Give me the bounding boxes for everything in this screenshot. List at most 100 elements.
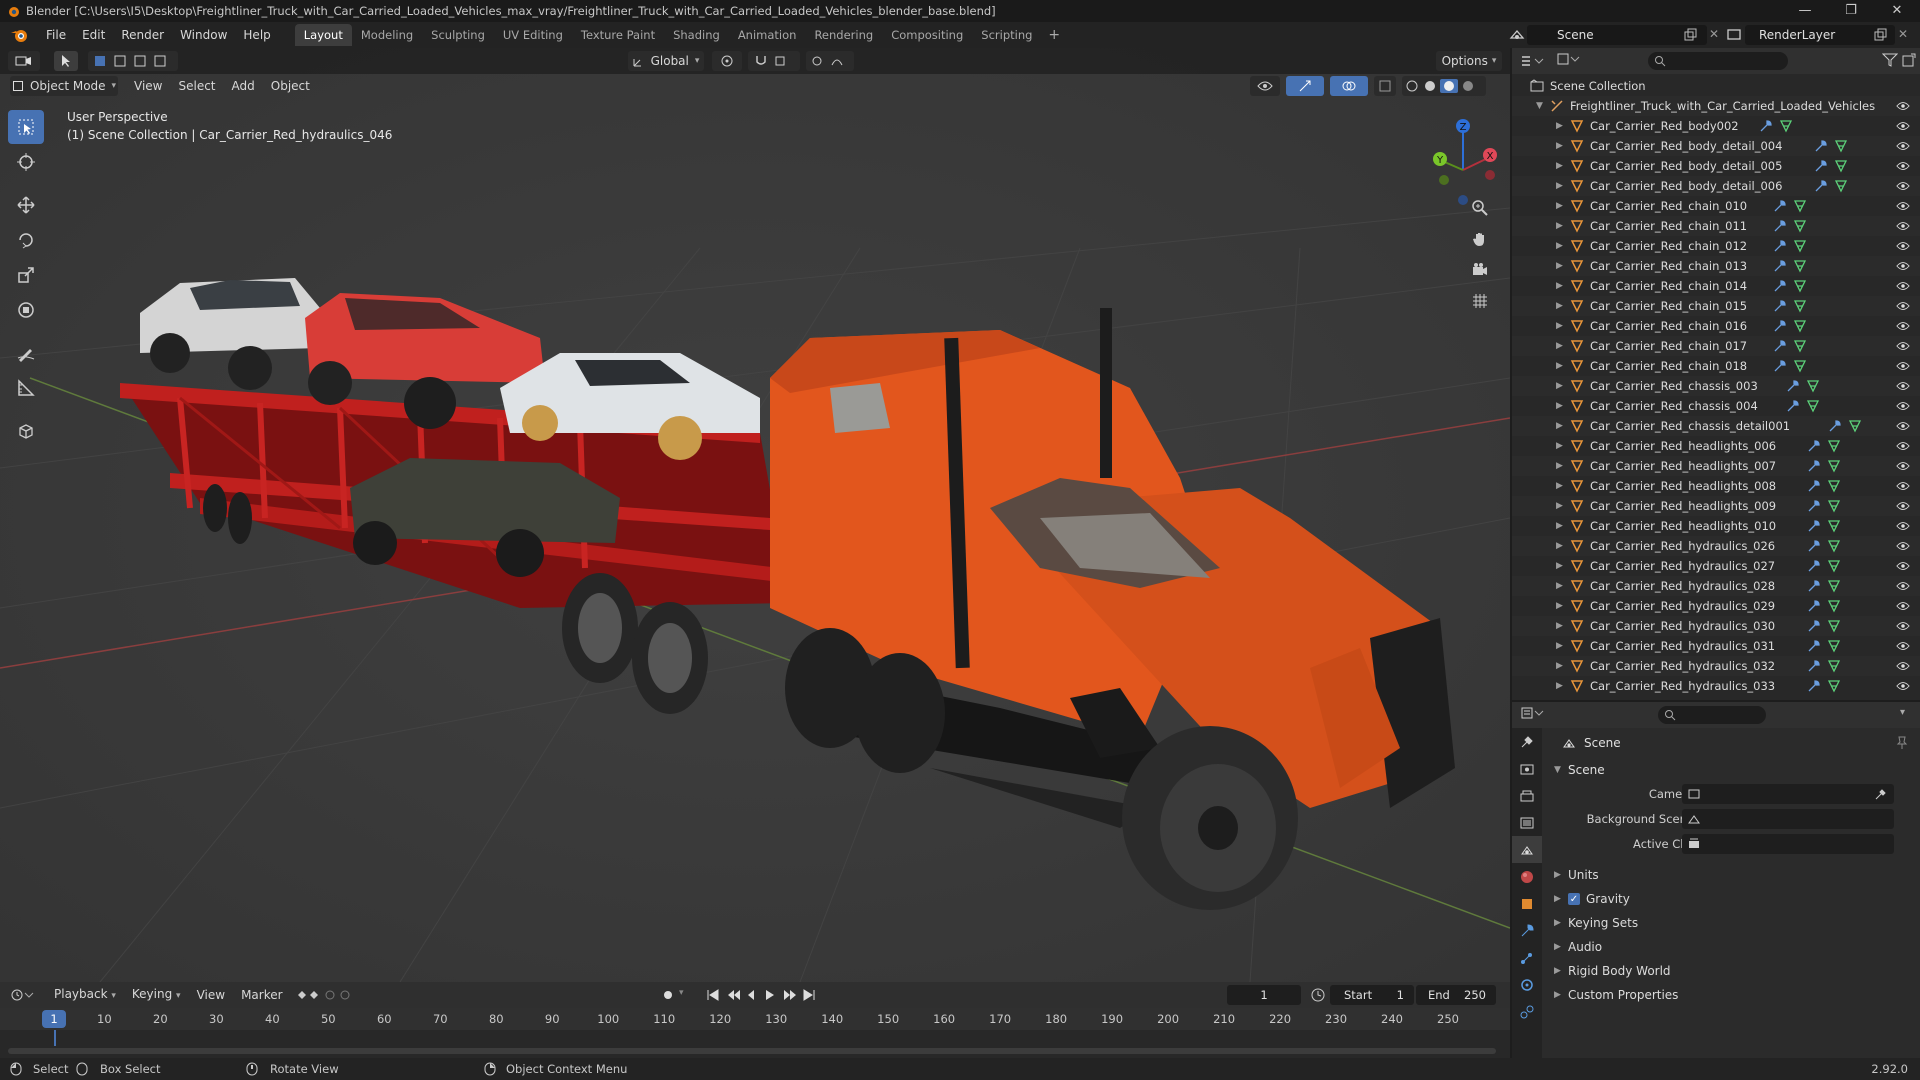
mesh-data-icon[interactable]	[1779, 119, 1793, 133]
properties-search-input[interactable]	[1658, 706, 1766, 724]
eye-icon[interactable]	[1896, 499, 1910, 513]
eye-icon[interactable]	[1896, 219, 1910, 233]
modifier-wrench-icon[interactable]	[1773, 199, 1787, 213]
outliner-row[interactable]: ▶ Car_Carrier_Red_chassis_003	[1512, 376, 1920, 396]
expand-arrow-icon[interactable]: ▶	[1556, 456, 1563, 476]
outliner-row[interactable]: ▶ Car_Carrier_Red_body002	[1512, 116, 1920, 136]
eye-icon[interactable]	[1896, 279, 1910, 293]
filter-icon[interactable]	[1881, 53, 1899, 70]
clock-icon[interactable]	[1310, 987, 1326, 1006]
modifier-wrench-icon[interactable]	[1807, 579, 1821, 593]
expand-arrow-icon[interactable]: ▶	[1556, 616, 1563, 636]
editor-type-icon[interactable]	[8, 51, 40, 71]
eye-icon[interactable]	[1896, 319, 1910, 333]
mesh-data-icon[interactable]	[1793, 359, 1807, 373]
tab-uv-editing[interactable]: UV Editing	[494, 24, 572, 46]
rigid-body-world-panel[interactable]: ▶ Rigid Body World	[1546, 959, 1920, 983]
outliner-row[interactable]: ▶ Car_Carrier_Red_body_detail_004	[1512, 136, 1920, 156]
menu-edit[interactable]: Edit	[74, 22, 113, 48]
mesh-data-icon[interactable]	[1827, 559, 1841, 573]
ortho-grid-icon[interactable]	[1466, 287, 1494, 315]
expand-arrow-icon[interactable]: ▶	[1556, 656, 1563, 676]
expand-arrow-icon[interactable]: ▶	[1556, 376, 1563, 396]
outliner-row[interactable]: ▶ Car_Carrier_Red_chain_014	[1512, 276, 1920, 296]
scene-collection-row[interactable]: Scene Collection	[1512, 76, 1920, 96]
modifier-wrench-icon[interactable]	[1786, 399, 1800, 413]
modifier-wrench-icon[interactable]	[1807, 499, 1821, 513]
mesh-data-icon[interactable]	[1827, 479, 1841, 493]
outliner-row[interactable]: ▶ Car_Carrier_Red_headlights_009	[1512, 496, 1920, 516]
modifier-wrench-icon[interactable]	[1786, 379, 1800, 393]
modifier-wrench-icon[interactable]	[1773, 359, 1787, 373]
collapse-arrow-icon[interactable]: ▼	[1536, 96, 1543, 116]
modifier-wrench-icon[interactable]	[1807, 639, 1821, 653]
outliner-row[interactable]: ▶ Car_Carrier_Red_chain_013	[1512, 256, 1920, 276]
gravity-checkbox[interactable]: ✓	[1568, 893, 1580, 905]
expand-arrow-icon[interactable]: ▶	[1556, 276, 1563, 296]
modifier-wrench-icon[interactable]	[1807, 659, 1821, 673]
eye-icon[interactable]	[1896, 679, 1910, 693]
eye-icon[interactable]	[1896, 439, 1910, 453]
expand-arrow-icon[interactable]: ▶	[1556, 116, 1563, 136]
timeline-track-area[interactable]	[0, 1030, 1510, 1058]
eye-icon[interactable]	[1896, 259, 1910, 273]
modifier-wrench-icon[interactable]	[1807, 439, 1821, 453]
keyframe-controls[interactable]	[295, 988, 355, 1002]
outliner-row[interactable]: ▶ Car_Carrier_Red_hydraulics_029	[1512, 596, 1920, 616]
tab-layout[interactable]: Layout	[294, 24, 352, 46]
modifier-wrench-icon[interactable]	[1807, 559, 1821, 573]
modifier-wrench-icon[interactable]	[1807, 599, 1821, 613]
eye-icon[interactable]	[1896, 239, 1910, 253]
eye-icon[interactable]	[1896, 579, 1910, 593]
outliner-row[interactable]: ▶ Car_Carrier_Red_body_detail_006	[1512, 176, 1920, 196]
timeline-menu-marker[interactable]: Marker	[233, 983, 290, 1007]
keying-sets-panel[interactable]: ▶ Keying Sets	[1546, 911, 1920, 935]
shading-modes[interactable]	[1402, 76, 1486, 96]
eye-icon[interactable]	[1896, 479, 1910, 493]
annotate-tool[interactable]	[8, 336, 44, 370]
outliner-row[interactable]: ▶ Car_Carrier_Red_body_detail_005	[1512, 156, 1920, 176]
expand-arrow-icon[interactable]: ▶	[1556, 536, 1563, 556]
modifier-wrench-icon[interactable]	[1773, 219, 1787, 233]
mesh-data-icon[interactable]	[1834, 159, 1848, 173]
expand-arrow-icon[interactable]: ▶	[1556, 296, 1563, 316]
expand-arrow-icon[interactable]: ▶	[1556, 396, 1563, 416]
mesh-data-icon[interactable]	[1827, 619, 1841, 633]
copy-icon[interactable]	[1683, 28, 1697, 42]
view-layer-tab-icon[interactable]	[1512, 809, 1542, 836]
mesh-data-icon[interactable]	[1827, 679, 1841, 693]
eye-icon[interactable]	[1896, 179, 1910, 193]
modifier-tab-icon[interactable]	[1512, 917, 1542, 944]
render-tab-icon[interactable]	[1512, 755, 1542, 782]
mesh-data-icon[interactable]	[1806, 399, 1820, 413]
proportional-edit-toggle[interactable]	[806, 51, 854, 71]
minimize-button[interactable]: —	[1782, 0, 1828, 22]
modifier-wrench-icon[interactable]	[1773, 259, 1787, 273]
select-box-modes[interactable]	[88, 51, 178, 71]
mesh-data-icon[interactable]	[1834, 139, 1848, 153]
record-button[interactable]	[660, 987, 676, 1006]
audio-panel[interactable]: ▶ Audio	[1546, 935, 1920, 959]
mesh-data-icon[interactable]	[1827, 499, 1841, 513]
pan-hand-icon[interactable]	[1466, 225, 1494, 253]
eye-icon[interactable]	[1896, 659, 1910, 673]
menu-help[interactable]: Help	[235, 22, 278, 48]
physics-tab-icon[interactable]	[1512, 971, 1542, 998]
mesh-data-icon[interactable]	[1793, 339, 1807, 353]
expand-arrow-icon[interactable]: ▶	[1556, 676, 1563, 696]
outliner-row[interactable]: ▶ Car_Carrier_Red_hydraulics_028	[1512, 576, 1920, 596]
expand-arrow-icon[interactable]: ▶	[1556, 476, 1563, 496]
object-tab-icon[interactable]	[1512, 890, 1542, 917]
display-mode-icon[interactable]	[1556, 52, 1586, 70]
overlays-toggle[interactable]	[1330, 76, 1368, 96]
modifier-wrench-icon[interactable]	[1807, 619, 1821, 633]
end-frame-field[interactable]: End 250	[1416, 985, 1496, 1005]
expand-arrow-icon[interactable]: ▶	[1556, 416, 1563, 436]
outliner-row[interactable]: ▶ Car_Carrier_Red_chain_018	[1512, 356, 1920, 376]
background-scene-input[interactable]	[1682, 809, 1894, 829]
renderlayer-close-icon[interactable]: ✕	[1898, 27, 1908, 41]
eye-icon[interactable]	[1896, 419, 1910, 433]
object-mode-dropdown[interactable]: Object Mode ▾	[10, 76, 118, 96]
outliner-row[interactable]: ▶ Car_Carrier_Red_hydraulics_030	[1512, 616, 1920, 636]
tab-scripting[interactable]: Scripting	[972, 24, 1041, 46]
